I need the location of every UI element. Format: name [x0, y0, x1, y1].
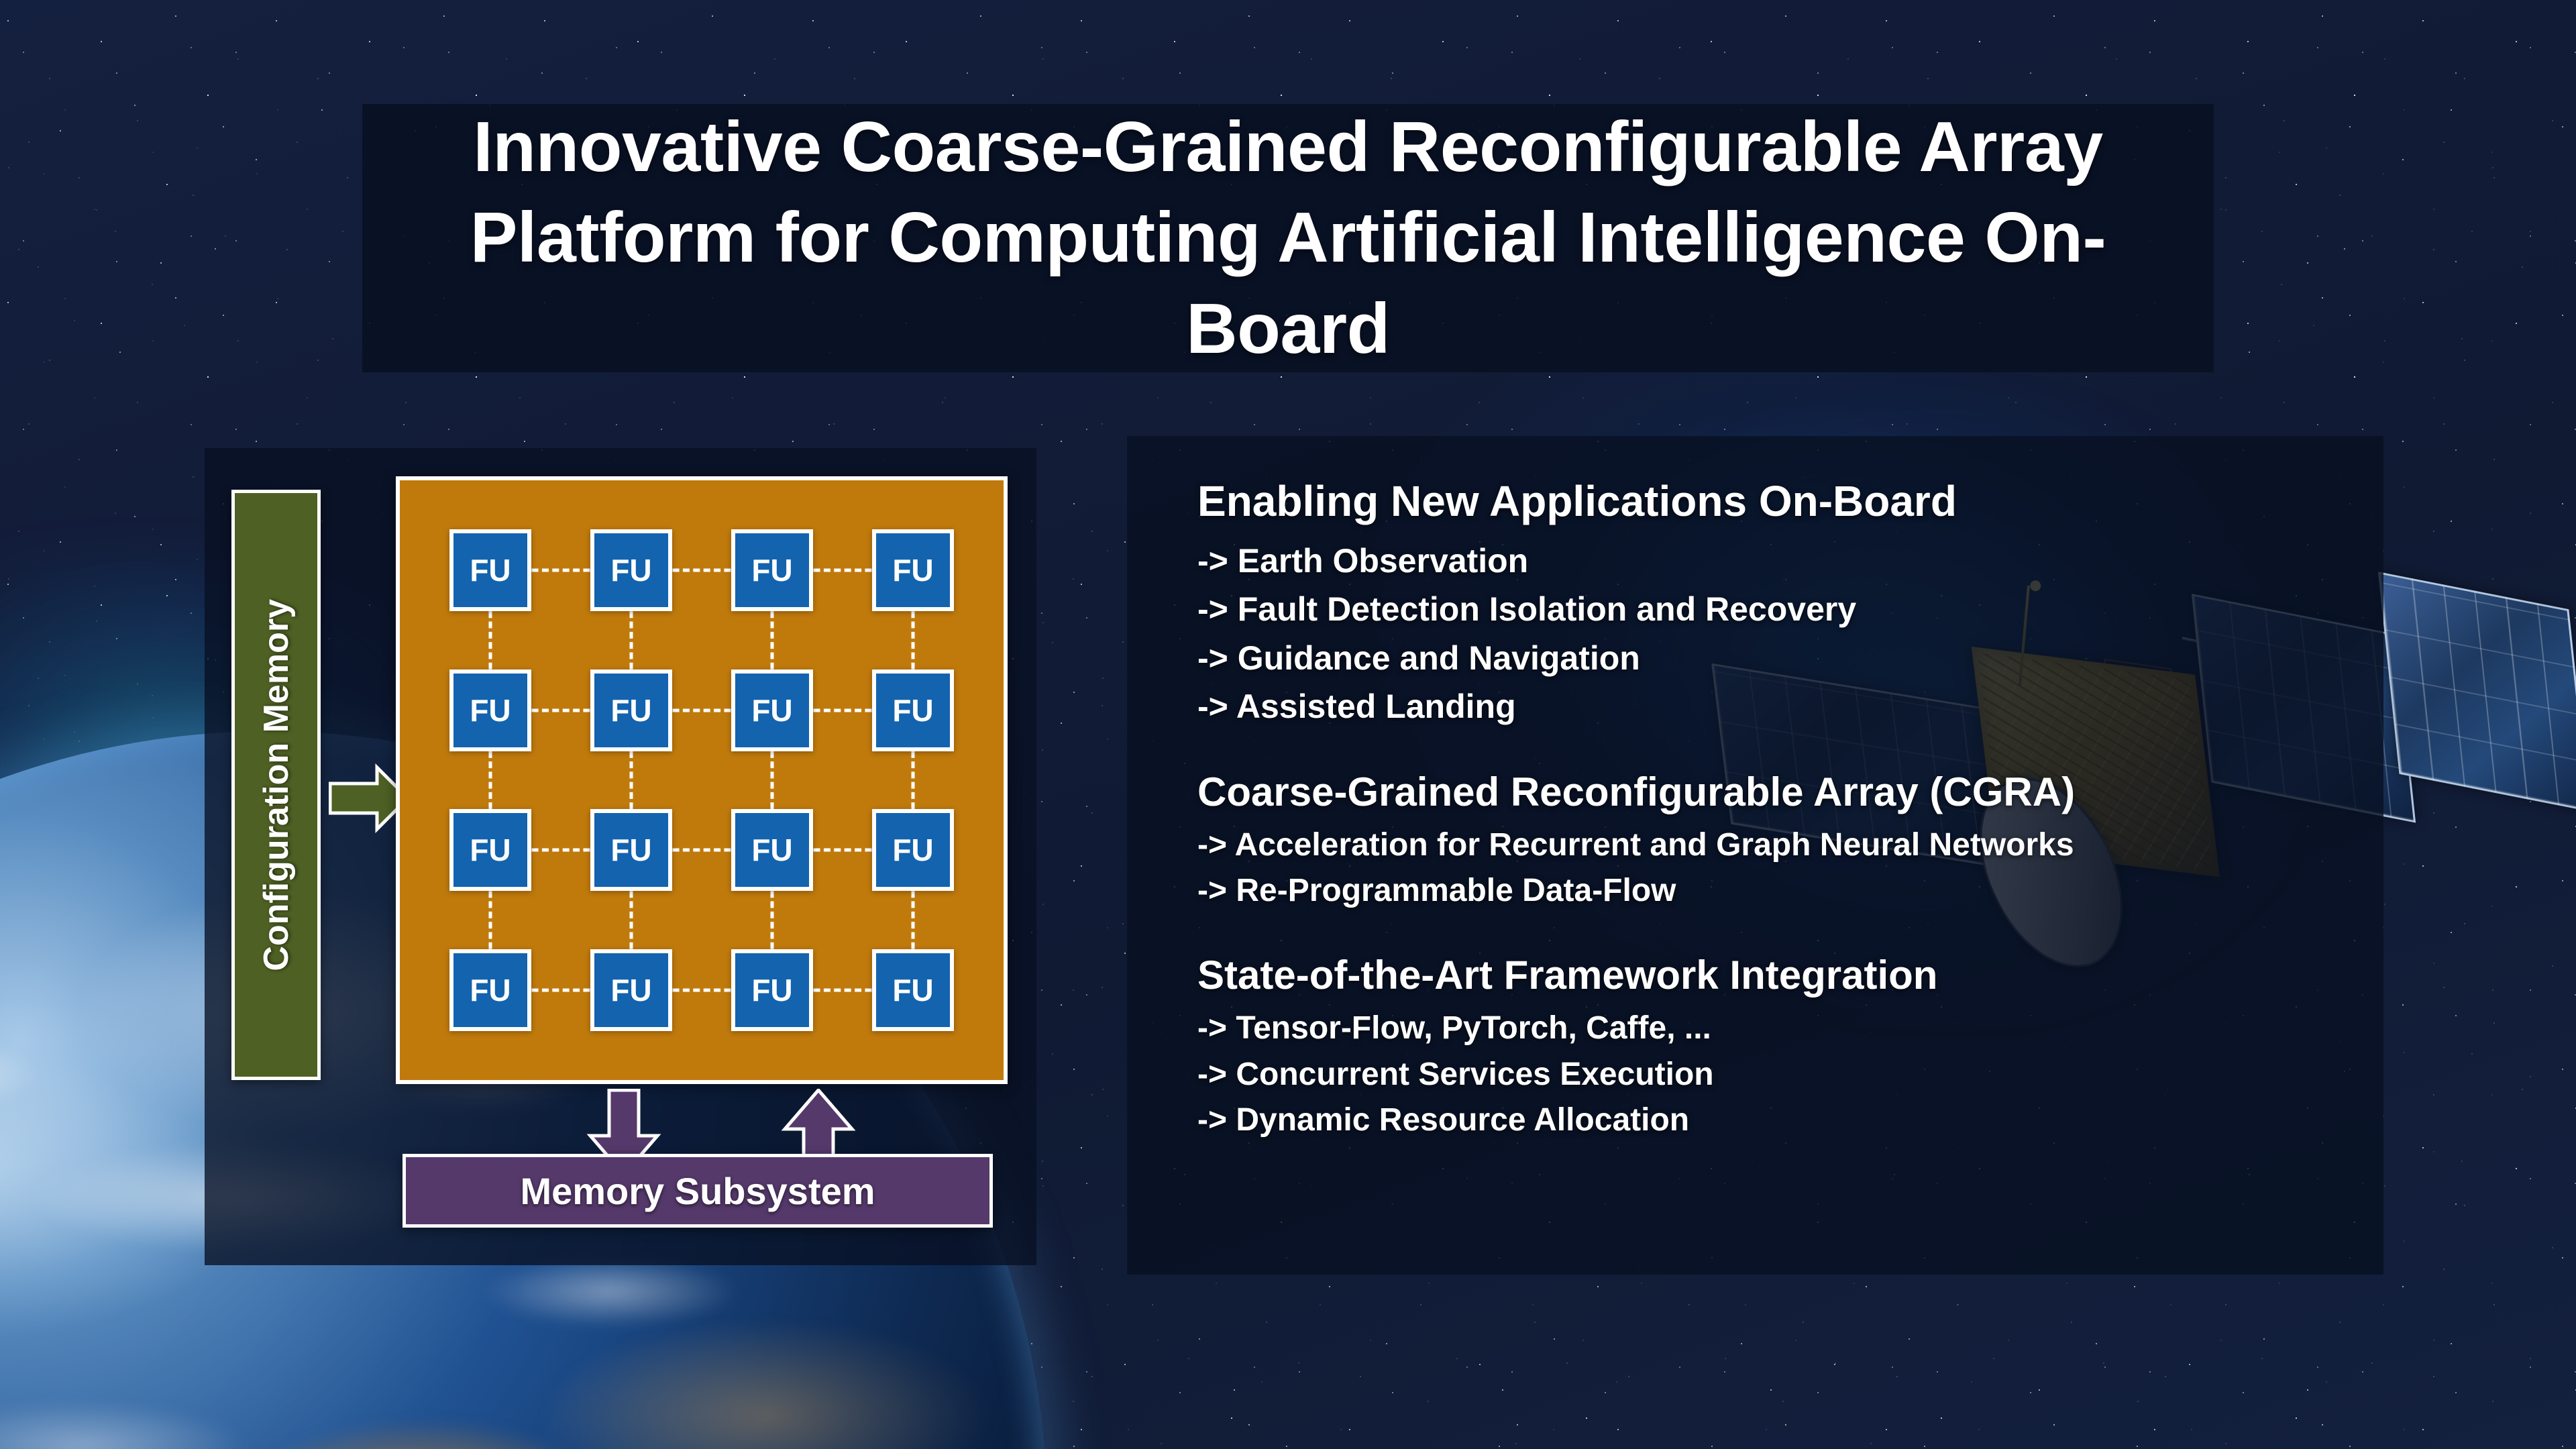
fu-label: FU: [610, 692, 652, 728]
title-panel: Innovative Coarse-Grained Reconfigurable…: [362, 104, 2214, 372]
functional-unit-block[interactable]: FU: [590, 809, 672, 892]
fu-label: FU: [470, 833, 511, 868]
satellite-solar-panel-right-outer: [2377, 572, 2576, 812]
section-heading: State-of-the-Art Framework Integration: [1197, 952, 1938, 998]
fu-label: FU: [610, 833, 652, 868]
fu-label: FU: [610, 972, 652, 1008]
fu-label: FU: [751, 692, 793, 728]
section-cgra: Coarse-Grained Reconfigurable Array (CGR…: [1197, 769, 2357, 914]
bullet-item: -> Fault Detection Isolation and Recover…: [1197, 590, 1857, 629]
bullet-item: -> Earth Observation: [1197, 541, 1529, 580]
fu-label: FU: [892, 972, 934, 1008]
configuration-memory-block: Configuration Memory: [231, 490, 321, 1080]
bullet-item: -> Dynamic Resource Allocation: [1197, 1102, 1690, 1138]
functional-unit-block[interactable]: FU: [731, 809, 813, 892]
section-heading: Coarse-Grained Reconfigurable Array (CGR…: [1197, 769, 2076, 814]
section-frameworks: State-of-the-Art Framework Integration -…: [1197, 952, 2357, 1143]
functional-unit-block[interactable]: FU: [590, 949, 672, 1031]
bullet-item: -> Acceleration for Recurrent and Graph …: [1197, 827, 2074, 863]
functional-unit-grid: FU FU FU FU FU FU FU FU FU FU FU FU FU F…: [400, 480, 1004, 1080]
fu-label: FU: [751, 833, 793, 868]
bullet-item: -> Tensor-Flow, PyTorch, Caffe, ...: [1197, 1010, 1711, 1046]
fu-label: FU: [610, 553, 652, 588]
memory-subsystem-label: Memory Subsystem: [520, 1169, 875, 1212]
fu-label: FU: [751, 972, 793, 1008]
fu-label: FU: [892, 553, 934, 588]
functional-unit-block[interactable]: FU: [872, 669, 954, 751]
bullet-item: -> Concurrent Services Execution: [1197, 1056, 1714, 1092]
fu-label: FU: [892, 692, 934, 728]
fu-label: FU: [470, 972, 511, 1008]
poster-stage: Innovative Coarse-Grained Reconfigurable…: [0, 0, 2576, 1449]
title-line-2: Platform for Computing Artificial Intell…: [470, 198, 2106, 368]
functional-unit-block[interactable]: FU: [872, 949, 954, 1031]
functional-unit-block[interactable]: FU: [449, 529, 531, 612]
functional-unit-block[interactable]: FU: [590, 529, 672, 612]
functional-unit-block[interactable]: FU: [731, 529, 813, 612]
bullet-item: -> Guidance and Navigation: [1197, 639, 1640, 677]
architecture-diagram-panel: Configuration Memory FU FU FU FU FU FU F…: [205, 448, 1036, 1265]
fu-label: FU: [470, 692, 511, 728]
configuration-memory-label: Configuration Memory: [256, 598, 296, 971]
fu-cell: FU: [420, 500, 631, 710]
bullet-item: -> Assisted Landing: [1197, 688, 1516, 726]
cgra-array-panel: FU FU FU FU FU FU FU FU FU FU FU FU FU F…: [396, 476, 1008, 1084]
section-heading: Enabling New Applications On-Board: [1197, 477, 1957, 525]
fu-label: FU: [470, 553, 511, 588]
features-panel: Enabling New Applications On-Board -> Ea…: [1127, 436, 2383, 1275]
functional-unit-block[interactable]: FU: [731, 669, 813, 751]
section-applications: Enabling New Applications On-Board -> Ea…: [1197, 476, 2357, 731]
page-title: Innovative Coarse-Grained Reconfigurable…: [362, 102, 2214, 375]
functional-unit-block[interactable]: FU: [731, 949, 813, 1031]
functional-unit-block[interactable]: FU: [449, 809, 531, 892]
functional-unit-block[interactable]: FU: [449, 669, 531, 751]
functional-unit-block[interactable]: FU: [872, 809, 954, 892]
functional-unit-block[interactable]: FU: [590, 669, 672, 751]
functional-unit-block[interactable]: FU: [872, 529, 954, 612]
title-line-1: Innovative Coarse-Grained Reconfigurable…: [473, 107, 2103, 186]
memory-subsystem-block: Memory Subsystem: [402, 1154, 993, 1228]
bullet-item: -> Re-Programmable Data-Flow: [1197, 873, 1676, 909]
fu-label: FU: [892, 833, 934, 868]
fu-label: FU: [751, 553, 793, 588]
functional-unit-block[interactable]: FU: [449, 949, 531, 1031]
features-content: Enabling New Applications On-Board -> Ea…: [1197, 476, 2357, 1143]
